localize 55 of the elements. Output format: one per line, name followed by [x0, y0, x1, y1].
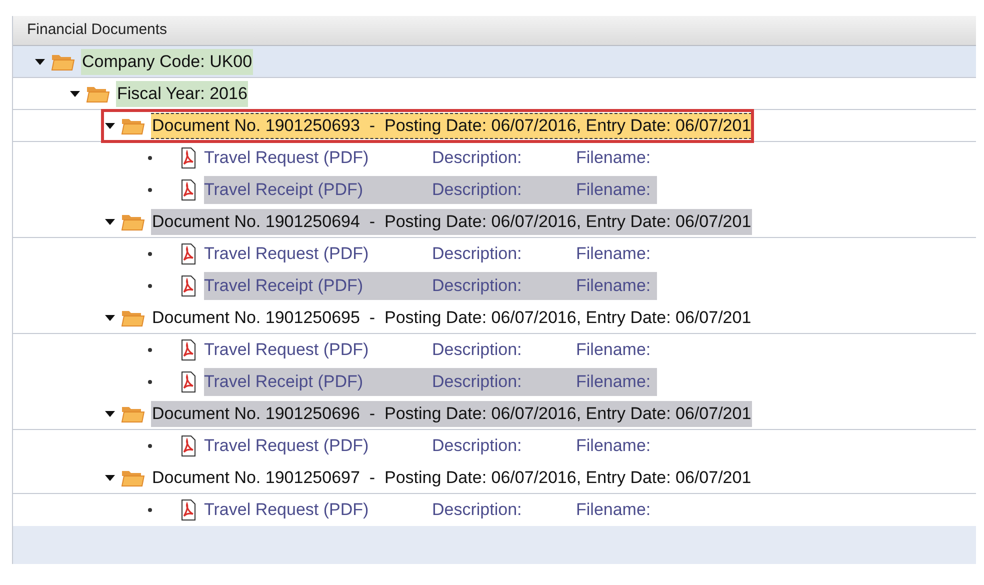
attachment-title: Travel Request (PDF)	[204, 339, 370, 362]
description-label: Description:	[432, 275, 523, 298]
attachment-row[interactable]: Travel Request (PDF) Description: Filename:	[204, 240, 657, 268]
filename-label: Filename:	[576, 435, 652, 458]
expand-caret-icon[interactable]	[35, 58, 45, 66]
expand-caret-icon[interactable]	[105, 122, 115, 130]
tree-node-label[interactable]: Document No. 1901250695 - Posting Date: 06/07/2016, Entry Date: 06/07/201	[151, 304, 752, 330]
description-label: Description:	[432, 339, 523, 362]
filename-label: Filename:	[576, 275, 652, 298]
tree-node-label[interactable]: Fiscal Year: 2016	[116, 80, 248, 106]
attachment-row[interactable]: Travel Receipt (PDF) Description: Filename:	[204, 272, 657, 300]
attachment-title: Travel Request (PDF)	[204, 435, 370, 458]
bullet-icon	[148, 252, 152, 256]
attachment-title: Travel Receipt (PDF)	[204, 371, 364, 394]
attachment-row[interactable]: Travel Request (PDF) Description: Filename:	[204, 144, 657, 172]
filename-label: Filename:	[576, 339, 652, 362]
expand-caret-icon[interactable]	[105, 218, 115, 226]
description-label: Description:	[432, 179, 523, 202]
tree-node-label[interactable]: Document No. 1901250694 - Posting Date: 06/07/2016, Entry Date: 06/07/201	[151, 208, 752, 234]
filename-label: Filename:	[576, 243, 652, 266]
bullet-icon	[148, 284, 152, 288]
attachment-title: Travel Request (PDF)	[204, 147, 370, 170]
filename-label: Filename:	[576, 371, 652, 394]
attachment-row[interactable]: Travel Receipt (PDF) Description: Filename:	[204, 176, 657, 204]
attachment-title: Travel Request (PDF)	[204, 243, 370, 266]
attachment-row[interactable]: Travel Receipt (PDF) Description: Filename:	[204, 368, 657, 396]
expand-caret-icon[interactable]	[105, 314, 115, 322]
bullet-icon	[148, 508, 152, 512]
description-label: Description:	[432, 147, 523, 170]
attachment-row[interactable]: Travel Request (PDF) Description: Filename:	[204, 432, 657, 460]
expand-caret-icon[interactable]	[70, 90, 80, 98]
description-label: Description:	[432, 243, 523, 266]
tree-node-label[interactable]: Company Code: UK00	[81, 48, 254, 74]
bullet-icon	[148, 380, 152, 384]
attachment-title: Travel Request (PDF)	[204, 499, 370, 522]
attachment-row[interactable]: Travel Request (PDF) Description: Filename:	[204, 336, 657, 364]
description-label: Description:	[432, 499, 523, 522]
attachment-row[interactable]: Travel Request (PDF) Description: Filename:	[204, 496, 657, 524]
bullet-icon	[148, 444, 152, 448]
bullet-icon	[148, 156, 152, 160]
filename-label: Filename:	[576, 499, 652, 522]
attachment-title: Travel Receipt (PDF)	[204, 179, 364, 202]
bullet-icon	[148, 188, 152, 192]
expand-caret-icon[interactable]	[105, 474, 115, 482]
filename-label: Filename:	[576, 179, 652, 202]
bullet-icon	[148, 348, 152, 352]
attachment-title: Travel Receipt (PDF)	[204, 275, 364, 298]
tree-node-label[interactable]: Document No. 1901250696 - Posting Date: 06/07/2016, Entry Date: 06/07/201	[151, 400, 752, 426]
tree-node-label[interactable]: Document No. 1901250697 - Posting Date: 06/07/2016, Entry Date: 06/07/201	[151, 464, 752, 490]
tree-node-label[interactable]: Document No. 1901250693 - Posting Date: 06/07/2016, Entry Date: 06/07/201	[151, 112, 752, 138]
filename-label: Filename:	[576, 147, 652, 170]
expand-caret-icon[interactable]	[105, 410, 115, 418]
panel-header: Financial Documents	[13, 16, 976, 46]
description-label: Description:	[432, 371, 523, 394]
description-label: Description:	[432, 435, 523, 458]
